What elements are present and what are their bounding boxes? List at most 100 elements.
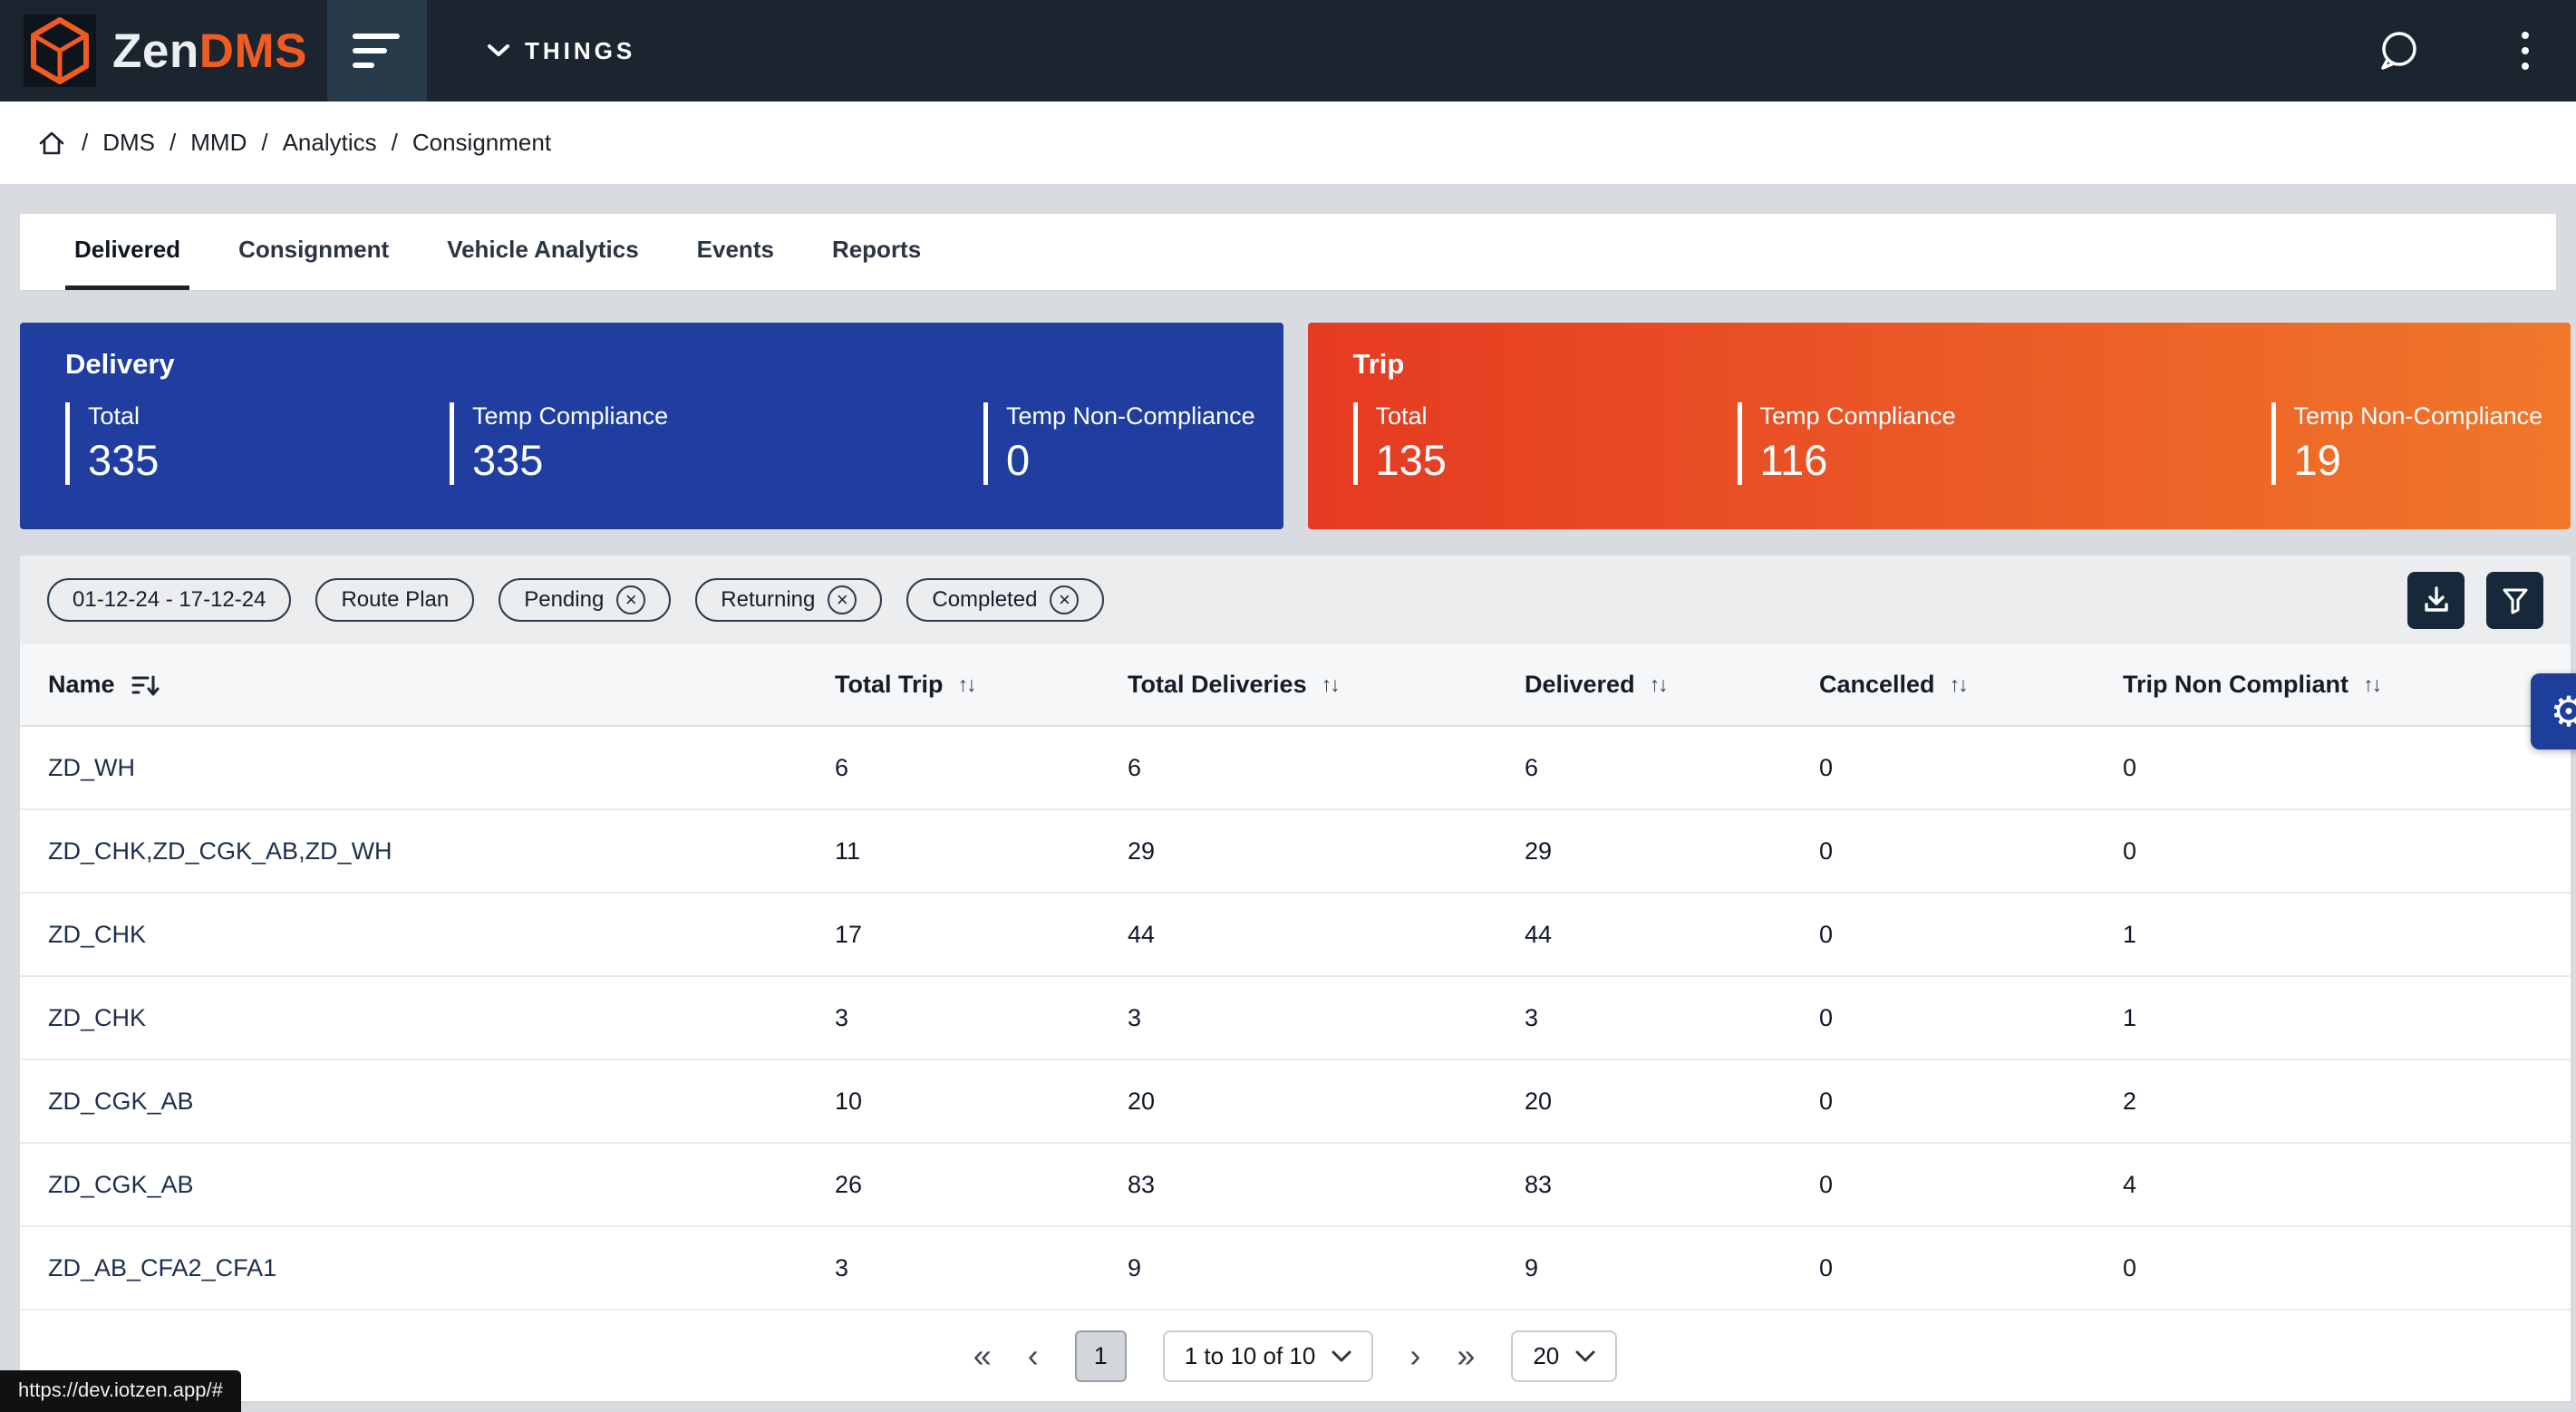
chat-bubble-icon [2375, 27, 2422, 74]
things-menu[interactable]: THINGS [487, 37, 635, 65]
card-title: Trip [1353, 348, 2571, 381]
row-name-link[interactable]: ZD_WH [48, 754, 835, 782]
stat-temp-non-compliance: Temp Non-Compliance 0 [983, 402, 1283, 485]
table-row: ZD_CHK 3 3 3 0 1 [20, 977, 2571, 1060]
route-plan-chip[interactable]: Route Plan [315, 578, 474, 622]
chat-button[interactable] [2375, 27, 2422, 74]
cell-total-trip: 10 [835, 1088, 1128, 1116]
sort-icon[interactable]: ↑↓ [1322, 672, 1339, 697]
filter-actions [2407, 572, 2543, 629]
hamburger-menu-button[interactable] [327, 0, 427, 102]
column-header-delivered[interactable]: Delivered ↑↓ [1525, 671, 1819, 699]
kebab-dot [2522, 32, 2529, 39]
cell-delivered: 6 [1525, 754, 1819, 782]
sort-icon[interactable]: ↑↓ [1950, 672, 1967, 697]
chip-label: Pending [524, 587, 604, 613]
things-menu-label: THINGS [525, 37, 635, 65]
column-header-trip-non-compliant[interactable]: Trip Non Compliant ↑↓ [2123, 671, 2571, 699]
filter-button[interactable] [2486, 572, 2543, 629]
stat-value: 19 [2294, 435, 2571, 485]
chip-remove-icon[interactable]: × [1050, 585, 1079, 614]
column-label: Trip Non Compliant [2123, 671, 2348, 699]
cell-trip-non-compliant: 1 [2123, 921, 2571, 949]
cell-total-deliveries: 29 [1128, 837, 1525, 866]
breadcrumb-separator: / [392, 129, 398, 157]
tab-vehicle-analytics[interactable]: Vehicle Analytics [438, 214, 647, 290]
page-size-value: 20 [1533, 1342, 1559, 1370]
stat-label: Temp Compliance [1760, 402, 2271, 430]
row-name-link[interactable]: ZD_CHK [48, 1004, 835, 1032]
download-button[interactable] [2407, 572, 2465, 629]
card-title: Delivery [65, 348, 1283, 381]
column-header-total-trip[interactable]: Total Trip ↑↓ [835, 671, 1128, 699]
pagination-current-page[interactable]: 1 [1075, 1330, 1127, 1382]
column-header-total-deliveries[interactable]: Total Deliveries ↑↓ [1128, 671, 1525, 699]
pagination-prev-button[interactable]: ‹ [1028, 1339, 1039, 1372]
row-name-link[interactable]: ZD_CGK_AB [48, 1088, 835, 1116]
pagination-next-button[interactable]: › [1409, 1339, 1420, 1372]
date-range-chip[interactable]: 01-12-24 - 17-12-24 [47, 578, 291, 622]
summary-cards: Delivery Total 335 Temp Compliance 335 T… [20, 323, 2571, 529]
completed-filter-chip[interactable]: Completed × [906, 578, 1104, 622]
chip-label: Completed [932, 587, 1037, 613]
breadcrumb-item-analytics[interactable]: Analytics [283, 129, 377, 157]
navbar-actions [2375, 26, 2576, 75]
sort-icon[interactable]: ↑↓ [1650, 672, 1667, 697]
chip-label: Returning [721, 587, 815, 613]
returning-filter-chip[interactable]: Returning × [695, 578, 882, 622]
breadcrumb-separator: / [169, 129, 176, 157]
brand-logo[interactable]: ZenDMS [0, 0, 307, 102]
row-name-link[interactable]: ZD_CGK_AB [48, 1171, 835, 1199]
chevron-down-icon [1575, 1350, 1595, 1362]
pagination-last-button[interactable]: » [1457, 1339, 1475, 1372]
pending-filter-chip[interactable]: Pending × [499, 578, 671, 622]
cell-cancelled: 0 [1819, 1088, 2123, 1116]
cell-total-trip: 26 [835, 1171, 1128, 1199]
pagination-first-button[interactable]: « [973, 1339, 992, 1372]
filter-bar: 01-12-24 - 17-12-24 Route Plan Pending ×… [20, 556, 2571, 644]
page-range-select[interactable]: 1 to 10 of 10 [1163, 1330, 1374, 1382]
stat-total: Total 135 [1353, 402, 1738, 485]
cell-trip-non-compliant: 1 [2123, 1004, 2571, 1032]
cell-total-trip: 3 [835, 1004, 1128, 1032]
breadcrumb-item-dms[interactable]: DMS [102, 129, 155, 157]
column-label: Name [48, 671, 115, 699]
tab-delivered[interactable]: Delivered [65, 214, 189, 290]
chip-remove-icon[interactable]: × [616, 585, 645, 614]
column-header-name[interactable]: Name [48, 671, 835, 699]
stat-label: Temp Non-Compliance [1006, 402, 1283, 430]
tab-events[interactable]: Events [688, 214, 783, 290]
cell-delivered: 44 [1525, 921, 1819, 949]
row-name-link[interactable]: ZD_CHK,ZD_CGK_AB,ZD_WH [48, 837, 835, 866]
cell-cancelled: 0 [1819, 754, 2123, 782]
column-header-cancelled[interactable]: Cancelled ↑↓ [1819, 671, 2123, 699]
brand-name: ZenDMS [112, 24, 307, 79]
sort-icon[interactable]: ↑↓ [958, 672, 975, 697]
breadcrumb: / DMS / MMD / Analytics / Consignment [0, 102, 2576, 184]
tab-consignment[interactable]: Consignment [229, 214, 398, 290]
table-row: ZD_CHK 17 44 44 0 1 [20, 894, 2571, 977]
hamburger-line [353, 63, 374, 68]
row-name-link[interactable]: ZD_CHK [48, 921, 835, 949]
cell-cancelled: 0 [1819, 921, 2123, 949]
column-label: Delivered [1525, 671, 1635, 699]
cell-total-deliveries: 6 [1128, 754, 1525, 782]
kebab-menu-button[interactable] [2513, 26, 2538, 75]
link-preview-statusbar: https://dev.iotzen.app/# [0, 1370, 241, 1412]
chevron-down-icon [487, 44, 510, 58]
chip-remove-icon[interactable]: × [828, 585, 857, 614]
row-name-link[interactable]: ZD_AB_CFA2_CFA1 [48, 1254, 835, 1282]
hamburger-line [353, 48, 387, 53]
settings-fab[interactable]: ⚙ [2531, 673, 2576, 750]
cell-trip-non-compliant: 2 [2123, 1088, 2571, 1116]
breadcrumb-item-mmd[interactable]: MMD [190, 129, 247, 157]
tab-reports[interactable]: Reports [823, 214, 930, 290]
cell-trip-non-compliant: 0 [2123, 1254, 2571, 1282]
page-size-select[interactable]: 20 [1511, 1330, 1617, 1382]
cell-cancelled: 0 [1819, 1254, 2123, 1282]
home-icon[interactable] [36, 128, 67, 159]
stat-temp-compliance: Temp Compliance 116 [1738, 402, 2271, 485]
sort-descending-icon[interactable] [130, 672, 160, 699]
sort-icon[interactable]: ↑↓ [2363, 672, 2380, 697]
cell-total-deliveries: 3 [1128, 1004, 1525, 1032]
